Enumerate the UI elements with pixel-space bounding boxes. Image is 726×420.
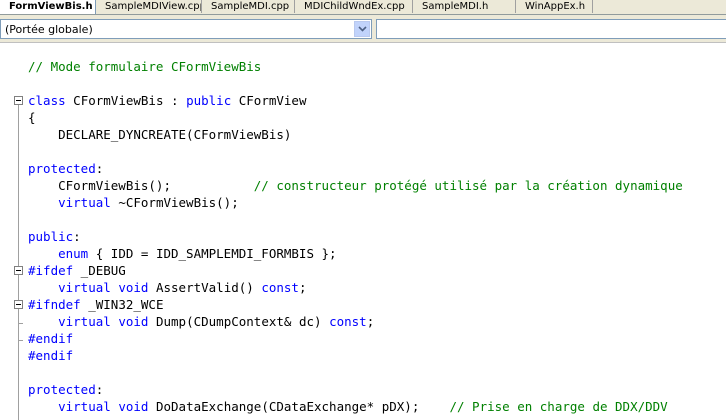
code-text: ; <box>366 314 375 329</box>
code-text: CFormViewBis(); <box>28 178 254 193</box>
code-line[interactable]: enum { IDD = IDD_SAMPLEMDI_FORMBIS }; <box>28 245 337 262</box>
tab-mdichildwndex-cpp[interactable]: MDIChildWndEx.cpp <box>295 0 413 13</box>
collapse-icon[interactable] <box>14 96 23 105</box>
collapse-icon[interactable] <box>14 266 23 275</box>
code-text: DECLARE_DYNCREATE(CFormViewBis) <box>28 127 292 142</box>
code-text: : <box>95 382 104 397</box>
code-text: DoDataExchange(CDataExchange* pDX); <box>148 399 450 414</box>
code-keyword: const <box>329 314 367 329</box>
code-line[interactable]: virtual void AssertValid() const; <box>28 279 307 296</box>
scope-dropdown[interactable]: (Portée globale) <box>0 19 372 39</box>
outline-guide <box>18 345 19 420</box>
code-line[interactable]: // Mode formulaire CFormViewBis <box>28 58 261 75</box>
navigation-bar: (Portée globale) <box>0 15 726 43</box>
tab-winappex-h[interactable]: WinAppEx.h <box>516 0 593 13</box>
code-line[interactable]: #endif <box>28 347 73 364</box>
code-line[interactable]: CFormViewBis(); // constructeur protégé … <box>28 177 683 194</box>
code-keyword: virtual <box>58 195 111 210</box>
code-text: ~CFormViewBis(); <box>110 195 239 210</box>
code-line[interactable]: #ifdef _DEBUG <box>28 262 126 279</box>
outline-guide-end <box>18 323 23 324</box>
code-line[interactable]: public: <box>28 228 81 245</box>
code-keyword: #ifdef <box>28 263 74 278</box>
code-text: : <box>73 229 81 244</box>
code-text: Dump(CDumpContext& dc) <box>148 314 330 329</box>
code-line[interactable]: #endif <box>28 330 73 347</box>
code-keyword: virtual <box>58 314 111 329</box>
scope-dropdown-value: (Portée globale) <box>5 23 93 36</box>
tab-samplemdi-h[interactable]: SampleMDI.h <box>413 0 516 13</box>
code-keyword: public <box>28 229 74 244</box>
collapse-icon[interactable] <box>14 300 23 309</box>
chevron-down-icon[interactable] <box>354 21 370 37</box>
code-text: _WIN32_WCE <box>80 297 164 312</box>
code-line[interactable]: virtual void Dump(CDumpContext& dc) cons… <box>28 313 374 330</box>
code-keyword: enum <box>58 246 89 261</box>
tab-samplemdiview-cpp[interactable]: SampleMDIView.cpp <box>96 0 202 13</box>
outline-guide-end <box>18 340 23 341</box>
code-line[interactable]: { <box>28 109 36 126</box>
code-keyword: #endif <box>28 331 74 346</box>
code-comment: // Prise en charge de DDX/DDV <box>449 399 668 414</box>
code-keyword: protected <box>28 382 96 397</box>
code-keyword: virtual <box>58 399 111 414</box>
code-line[interactable]: DECLARE_DYNCREATE(CFormViewBis) <box>28 126 291 143</box>
code-editor[interactable]: // Mode formulaire CFormViewBis class CFo… <box>0 43 726 420</box>
tab-formviewbis-h[interactable]: FormViewBis.h <box>0 0 96 14</box>
code-text: : <box>95 161 104 176</box>
document-tab-strip: FormViewBis.h SampleMDIView.cpp SampleMD… <box>0 0 726 15</box>
code-text: { <box>28 110 36 125</box>
code-keyword: #ifndef <box>28 297 81 312</box>
code-keyword: void <box>118 280 149 295</box>
code-text: _DEBUG <box>73 263 126 278</box>
code-line[interactable]: protected: <box>28 381 103 398</box>
code-text: ; <box>298 280 307 295</box>
tab-samplemdi-cpp[interactable]: SampleMDI.cpp <box>202 0 295 13</box>
code-keyword: void <box>118 399 149 414</box>
code-line[interactable]: class CFormViewBis : public CFormView <box>28 92 306 109</box>
code-text: CFormView <box>231 93 307 108</box>
selection-margin <box>0 43 10 420</box>
code-keyword: protected <box>28 161 96 176</box>
code-keyword: class <box>28 93 66 108</box>
code-keyword: void <box>118 314 149 329</box>
code-keyword: public <box>186 93 232 108</box>
code-keyword: const <box>261 280 299 295</box>
code-comment: // constructeur protégé utilisé par la c… <box>253 178 683 193</box>
code-line[interactable]: #ifndef _WIN32_WCE <box>28 296 163 313</box>
code-text: CFormViewBis : <box>65 93 187 108</box>
member-dropdown[interactable] <box>376 19 726 39</box>
code-line[interactable]: virtual void DoDataExchange(CDataExchang… <box>28 398 668 415</box>
code-comment: // Mode formulaire CFormViewBis <box>28 59 262 74</box>
code-line[interactable]: protected: <box>28 160 103 177</box>
code-text: AssertValid() <box>148 280 262 295</box>
code-text: { IDD = IDD_SAMPLEMDI_FORMBIS }; <box>88 246 337 261</box>
code-keyword: virtual <box>58 280 111 295</box>
code-keyword: #endif <box>28 348 74 363</box>
outline-guide <box>18 105 19 345</box>
code-line[interactable]: virtual ~CFormViewBis(); <box>28 194 239 211</box>
